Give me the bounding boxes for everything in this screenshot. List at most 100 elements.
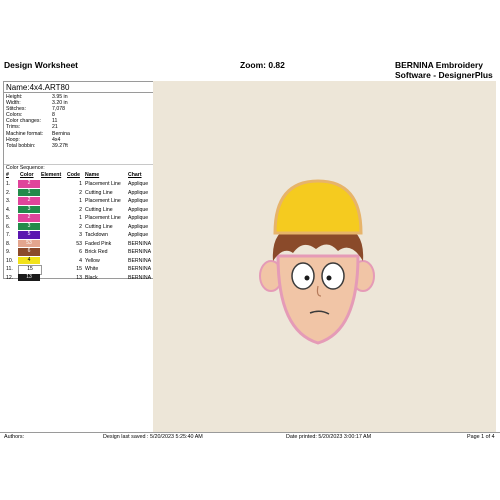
row-chart: BERNINA: [128, 266, 152, 272]
row-name: Placement Line: [85, 215, 121, 221]
row-index: 6.: [6, 223, 11, 230]
color-sequence-row: 8. 53 53 Faded Pink BERNINA: [4, 239, 153, 249]
color-sequence-table: 1. 2 1 Placement Line Applique 2. 1 2 Cutting Li…: [4, 180, 153, 282]
color-sequence-row: 2. 1 2 Cutting Line Applique: [4, 188, 153, 198]
row-chart: Applique: [128, 215, 149, 221]
row-code: 4: [79, 257, 82, 264]
header-element: Element: [41, 172, 62, 178]
color-sequence-header: # Color Element Code Name Chart: [4, 172, 153, 179]
color-sequence-row: 1. 2 1 Placement Line Applique: [4, 180, 153, 189]
info-row-total-bobbin: Total bobbin: 39.27ft: [6, 143, 146, 149]
header-code: Code: [67, 172, 80, 178]
row-code: 13: [76, 274, 82, 281]
zoom-indicator: Zoom: 0.82: [240, 60, 285, 70]
color-sequence-row: 9. 6 6 Brick Red BERNINA: [4, 248, 153, 257]
footer-divider: [0, 432, 500, 433]
row-index: 12.: [6, 274, 14, 281]
row-name: Cutting Line: [85, 223, 113, 230]
row-name: Placement Line: [85, 181, 121, 187]
info-label: Height:: [6, 94, 23, 100]
row-index: 5.: [6, 215, 11, 221]
authors-label: Authors:: [4, 434, 25, 440]
row-index: 10.: [6, 257, 14, 264]
row-index: 7.: [6, 232, 11, 238]
info-label: Trims:: [6, 124, 21, 131]
info-label: Colors:: [6, 112, 23, 119]
last-saved-text: Design last saved : 5/20/2023 5:25:40 AM: [103, 434, 203, 440]
software-line-1: BERNINA Embroidery: [395, 60, 484, 70]
row-name: Yellow: [85, 257, 100, 264]
color-swatch: 13: [18, 273, 40, 281]
worksheet-title: Design Worksheet: [4, 60, 79, 70]
row-index: 9.: [6, 249, 11, 255]
row-chart: Applique: [128, 189, 149, 196]
design-info-list: Height: 3.95 in Width: 3.20 in Stitches: 7,…: [6, 94, 146, 149]
color-swatch: 2: [18, 180, 40, 188]
software-name: BERNINA Embroidery Software - DesignerPl…: [395, 60, 493, 80]
header-chart: Chart: [128, 172, 142, 178]
info-label: Width:: [6, 100, 21, 107]
row-name: Cutting Line: [85, 189, 113, 196]
row-chart: BERNINA: [128, 257, 152, 264]
color-sequence-row: 7. 5 3 Tackdown Applique: [4, 231, 153, 240]
info-label: Total bobbin:: [6, 142, 36, 149]
row-code: 1: [79, 198, 82, 204]
row-name: Tackdown: [85, 232, 109, 238]
row-name: Placement Line: [85, 198, 121, 204]
row-chart: Applique: [128, 198, 149, 204]
row-code: 2: [79, 223, 82, 230]
color-swatch: 3: [18, 205, 40, 213]
color-swatch: 6: [18, 248, 40, 256]
color-swatch: 53: [18, 239, 40, 247]
color-swatch: 2: [18, 197, 40, 205]
row-chart: Applique: [128, 232, 149, 238]
row-code: 2: [79, 189, 82, 196]
color-sequence-row: 11. 15 15 White BERNINA: [4, 265, 153, 275]
color-swatch: 4: [18, 256, 40, 264]
color-sequence-title: Color Sequence:: [6, 165, 45, 171]
header-name: Name: [85, 172, 100, 178]
row-index: 1.: [6, 181, 11, 187]
info-value: 39.27ft: [52, 142, 68, 149]
header-index: #: [6, 172, 9, 178]
row-code: 6: [79, 249, 82, 255]
date-printed-text: Date printed: 5/20/2023 3:00:17 AM: [286, 434, 372, 440]
info-label: Color changes:: [6, 118, 41, 125]
row-chart: Applique: [128, 223, 149, 230]
row-name: White: [85, 266, 99, 272]
color-swatch: 5: [18, 231, 40, 239]
row-index: 4.: [6, 206, 11, 213]
row-name: Cutting Line: [85, 206, 113, 213]
color-sequence-row: 6. 3 2 Cutting Line Applique: [4, 222, 153, 232]
color-swatch: 1: [18, 188, 40, 196]
row-chart: Applique: [128, 181, 149, 187]
row-index: 2.: [6, 189, 11, 196]
color-sequence-row: 4. 3 2 Cutting Line Applique: [4, 205, 153, 215]
row-name: Faded Pink: [85, 240, 112, 247]
info-label: Stitches:: [6, 106, 26, 113]
info-label: Hoop:: [6, 136, 20, 143]
color-sequence-row: 12. 13 13 Black BERNINA: [4, 273, 153, 283]
design-name: Name:4x4.ART80: [6, 83, 70, 92]
row-name: Black: [85, 274, 98, 281]
software-line-2: Software - DesignerPlus: [395, 70, 493, 80]
design-info-panel: Name:4x4.ART80 Height: 3.95 in Width: 3.20…: [3, 81, 154, 282]
row-name: Brick Red: [85, 249, 108, 255]
row-code: 1: [79, 215, 82, 221]
page-number: Page 1 of 4: [467, 434, 495, 440]
info-label: Machine format:: [6, 130, 44, 137]
color-sequence-row: 10. 4 4 Yellow BERNINA: [4, 256, 153, 266]
design-preview: [153, 81, 496, 432]
row-code: 3: [79, 232, 82, 238]
row-chart: BERNINA: [128, 249, 152, 255]
row-index: 3.: [6, 198, 11, 204]
zoom-label: Zoom:: [240, 60, 266, 70]
color-swatch: 3: [18, 222, 40, 230]
row-index: 11.: [6, 266, 13, 272]
divider: [4, 92, 153, 93]
row-code: 53: [76, 240, 82, 247]
row-code: 2: [79, 206, 82, 213]
row-chart: Applique: [128, 206, 149, 213]
row-code: 1: [79, 181, 82, 187]
color-swatch: 2: [18, 214, 40, 222]
